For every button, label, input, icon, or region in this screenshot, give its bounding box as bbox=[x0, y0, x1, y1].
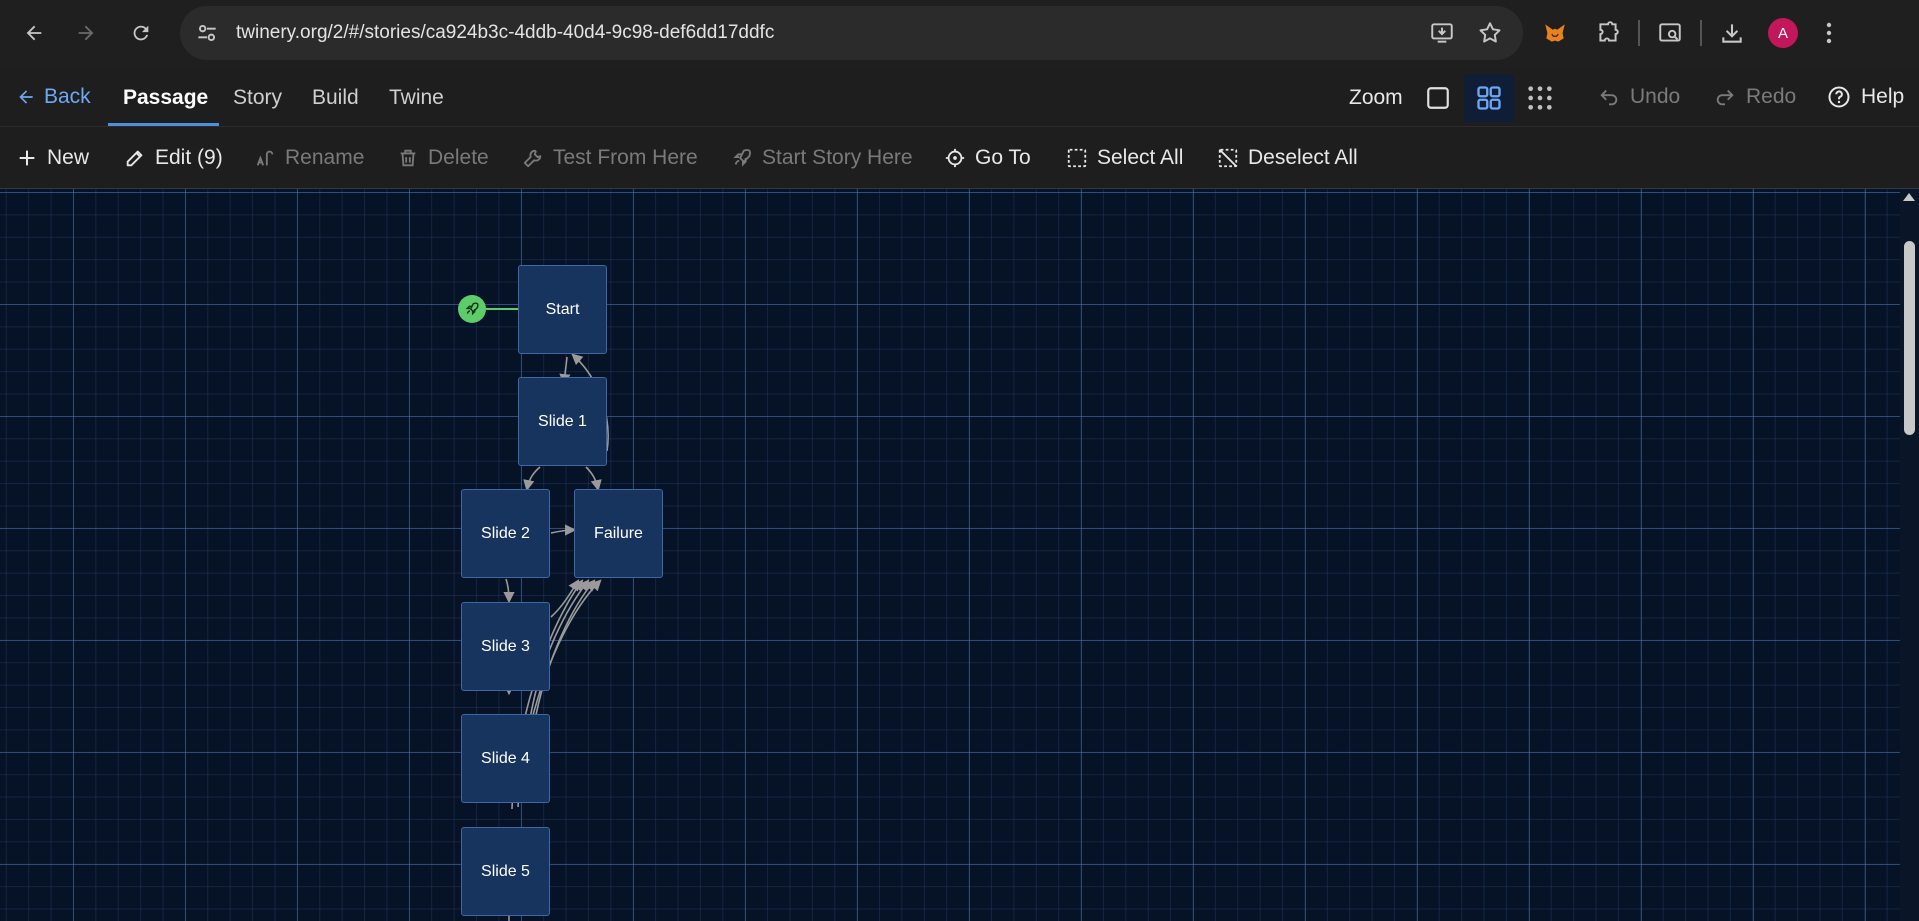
select-all-icon bbox=[1067, 148, 1087, 168]
passage-card-slide-3[interactable]: Slide 3 bbox=[461, 602, 550, 691]
passage-card-slide-4[interactable]: Slide 4 bbox=[461, 714, 550, 803]
kebab-menu-icon bbox=[1826, 22, 1832, 44]
tab-search-button[interactable] bbox=[1642, 0, 1698, 66]
crosshair-icon bbox=[945, 148, 965, 168]
deselect-all-button[interactable]: Deselect All bbox=[1217, 127, 1358, 189]
delete-label: Delete bbox=[428, 146, 489, 169]
rename-button[interactable]: Rename bbox=[254, 127, 364, 189]
edit-passages-button[interactable]: Edit (9) bbox=[124, 127, 223, 189]
tool-icon bbox=[523, 149, 542, 168]
grid-2x2-icon bbox=[1477, 86, 1501, 110]
select-all-label: Select All bbox=[1097, 146, 1184, 169]
tab-search-icon bbox=[1659, 23, 1681, 42]
avatar: A bbox=[1768, 18, 1798, 48]
test-label: Test From Here bbox=[553, 146, 698, 169]
deselect-all-icon bbox=[1218, 148, 1238, 168]
start-story-here-button[interactable]: Start Story Here bbox=[731, 127, 913, 189]
downloads-button[interactable] bbox=[1704, 0, 1760, 66]
plus-icon bbox=[19, 150, 35, 166]
delete-button[interactable]: Delete bbox=[397, 127, 489, 189]
new-label: New bbox=[47, 146, 90, 169]
tab-twine[interactable]: Twine bbox=[389, 66, 444, 127]
arrow-left-icon bbox=[19, 89, 33, 104]
rename-label: Rename bbox=[285, 146, 365, 169]
help-button[interactable]: Help bbox=[1827, 66, 1904, 127]
select-all-button[interactable]: Select All bbox=[1066, 127, 1183, 189]
zoom-passage-names-button[interactable] bbox=[1413, 74, 1463, 122]
rename-icon bbox=[256, 150, 274, 166]
arrow-left-icon bbox=[26, 25, 42, 41]
deselect-all-label: Deselect All bbox=[1248, 146, 1358, 169]
start-story-label: Start Story Here bbox=[762, 146, 913, 169]
site-settings-icon[interactable] bbox=[194, 20, 220, 46]
download-icon bbox=[1722, 24, 1742, 43]
passage-toolbar: New Edit (9) Rename Delete Test From Her… bbox=[0, 127, 1919, 189]
scroll-up-arrow-icon[interactable] bbox=[1903, 193, 1915, 201]
undo-button[interactable]: Undo bbox=[1598, 66, 1680, 127]
toolbar-separator bbox=[1700, 20, 1702, 46]
trash-icon bbox=[400, 149, 416, 167]
redo-label: Redo bbox=[1746, 84, 1797, 108]
back-label: Back bbox=[44, 84, 91, 108]
edit-label: Edit (9) bbox=[155, 146, 223, 169]
zoom-label: Zoom bbox=[1349, 86, 1403, 109]
square-icon bbox=[1427, 87, 1449, 109]
passage-card-failure[interactable]: Failure bbox=[574, 489, 663, 578]
help-circle-icon bbox=[1828, 86, 1850, 107]
extensions-button[interactable] bbox=[1580, 0, 1636, 66]
browser-forward-button[interactable] bbox=[60, 0, 112, 66]
profile-button[interactable]: A bbox=[1760, 0, 1806, 66]
tab-build[interactable]: Build bbox=[312, 66, 359, 127]
rocket-icon bbox=[465, 302, 479, 316]
browser-toolbar: twinery.org/2/#/stories/ca924b3c-4ddb-40… bbox=[0, 0, 1919, 66]
zoom-names-only-button[interactable] bbox=[1464, 74, 1514, 122]
new-passage-button[interactable]: New bbox=[16, 127, 89, 189]
back-button[interactable]: Back bbox=[16, 66, 91, 127]
zoom-structure-only-button[interactable] bbox=[1515, 74, 1565, 122]
go-to-label: Go To bbox=[975, 146, 1031, 169]
toolbar-separator bbox=[1638, 20, 1640, 46]
active-tab-indicator bbox=[108, 123, 219, 126]
install-app-icon[interactable] bbox=[1429, 20, 1455, 46]
start-passage-badge bbox=[458, 295, 486, 323]
browser-menu-button[interactable] bbox=[1806, 0, 1852, 66]
address-bar[interactable]: twinery.org/2/#/stories/ca924b3c-4ddb-40… bbox=[180, 6, 1523, 60]
passage-card-slide-5[interactable]: Slide 5 bbox=[461, 827, 550, 916]
reload-icon bbox=[133, 25, 149, 41]
app-top-nav: Back Passage Story Build Twine Zoom Undo… bbox=[0, 66, 1919, 127]
undo-icon bbox=[1600, 89, 1618, 105]
bookmark-star-icon[interactable] bbox=[1477, 20, 1503, 46]
help-label: Help bbox=[1861, 84, 1905, 108]
arrow-right-icon bbox=[78, 25, 94, 41]
go-to-button[interactable]: Go To bbox=[944, 127, 1031, 189]
puzzle-icon bbox=[1599, 21, 1619, 42]
url-text[interactable]: twinery.org/2/#/stories/ca924b3c-4ddb-40… bbox=[236, 6, 774, 60]
passage-card-slide-1[interactable]: Slide 1 bbox=[518, 377, 607, 466]
metamask-extension[interactable] bbox=[1530, 0, 1580, 66]
tab-story[interactable]: Story bbox=[233, 66, 282, 127]
passage-links bbox=[486, 308, 609, 921]
test-from-here-button[interactable]: Test From Here bbox=[522, 127, 698, 189]
passage-card-start[interactable]: Start bbox=[518, 265, 607, 354]
redo-button[interactable]: Redo bbox=[1714, 66, 1796, 127]
tab-passage[interactable]: Passage bbox=[123, 66, 208, 127]
vertical-scrollbar[interactable] bbox=[1900, 189, 1919, 921]
browser-reload-button[interactable] bbox=[115, 0, 167, 66]
fox-icon bbox=[1545, 24, 1565, 42]
extensions-area: A bbox=[1530, 0, 1852, 66]
passage-card-slide-2[interactable]: Slide 2 bbox=[461, 489, 550, 578]
redo-icon bbox=[1716, 89, 1734, 105]
scroll-thumb[interactable] bbox=[1904, 241, 1915, 435]
undo-label: Undo bbox=[1630, 84, 1681, 108]
edit-pencil-icon bbox=[126, 150, 143, 167]
rocket-icon bbox=[733, 149, 751, 167]
story-map-canvas[interactable]: Start Slide 1 Slide 2 Failure Slide 3 Sl… bbox=[0, 189, 1900, 921]
grid-dots-icon bbox=[1528, 86, 1552, 110]
browser-back-button[interactable] bbox=[8, 0, 60, 66]
